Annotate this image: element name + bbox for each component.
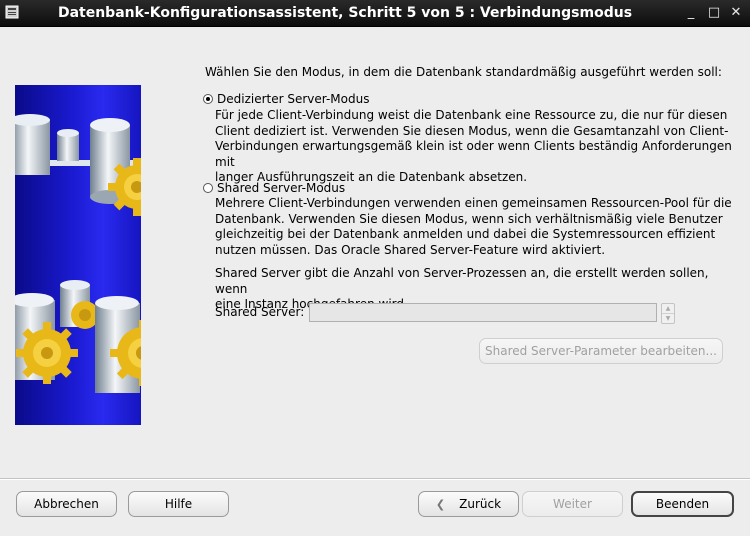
button-separator [0,478,750,480]
shared-server-spinner[interactable]: ▲ ▼ [661,303,675,324]
window-menu-icon[interactable] [5,5,19,19]
back-button-label: Zurück [459,497,502,511]
finish-button[interactable]: Beenden [631,491,734,517]
dedicated-mode-radio[interactable] [203,94,213,104]
spinner-down-icon[interactable]: ▼ [662,314,674,323]
title-bar[interactable]: Datenbank-Konfigurationsassistent, Schri… [0,0,750,27]
dedicated-mode-label[interactable]: Dedizierter Server-Modus [217,92,369,106]
dialog-window: Datenbank-Konfigurationsassistent, Schri… [0,0,750,536]
spinner-up-icon[interactable]: ▲ [662,304,674,314]
next-button[interactable]: Weiter [522,491,623,517]
back-button[interactable]: ❮ Zurück [418,491,519,517]
close-icon[interactable]: ✕ [728,5,744,21]
dedicated-mode-description: Für jede Client-Verbindung weist die Dat… [215,108,732,184]
shared-mode-radio[interactable] [203,183,213,193]
dedicated-mode-option[interactable]: Dedizierter Server-Modus [203,92,369,106]
intro-text: Wählen Sie den Modus, in dem die Datenba… [205,65,722,79]
shared-mode-option[interactable]: Shared Server-Modus [203,181,345,195]
minimize-icon[interactable]: _ [683,5,699,21]
window-title: Datenbank-Konfigurationsassistent, Schri… [57,5,633,21]
help-button[interactable]: Hilfe [128,491,229,517]
shared-server-input[interactable] [309,303,657,322]
shared-mode-description: Mehrere Client-Verbindungen verwenden ei… [215,196,732,257]
arrow-left-icon: ❮ [435,498,446,511]
cancel-button[interactable]: Abbrechen [16,491,117,517]
shared-mode-label[interactable]: Shared Server-Modus [217,181,345,195]
shared-server-params-button[interactable]: Shared Server-Parameter bearbeiten... [479,338,723,364]
shared-server-label: Shared Server: [215,305,305,319]
maximize-icon[interactable]: □ [706,5,722,21]
database-illustration [15,85,141,425]
